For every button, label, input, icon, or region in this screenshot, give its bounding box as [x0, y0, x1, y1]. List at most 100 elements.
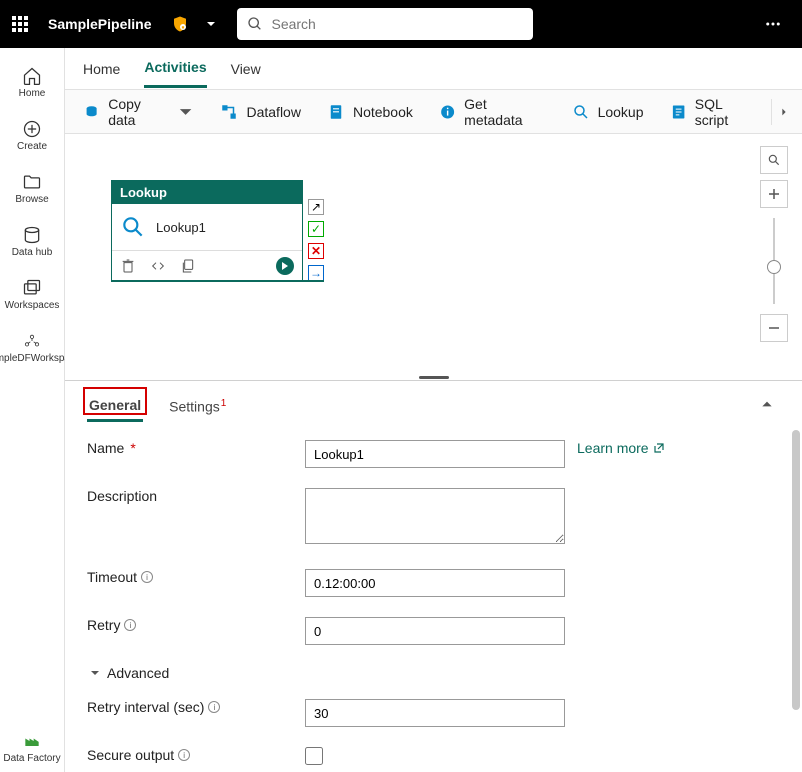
tool-copydata[interactable]: Copy data: [71, 90, 206, 134]
tab-view[interactable]: View: [231, 51, 261, 87]
retry-interval-input[interactable]: [305, 699, 565, 727]
chevron-right-icon: [779, 107, 789, 117]
info-icon[interactable]: i: [208, 701, 220, 713]
tool-notebook-label: Notebook: [353, 104, 413, 120]
badge-success-icon[interactable]: ✓: [308, 221, 324, 237]
tool-copydata-label: Copy data: [108, 96, 169, 128]
copy-icon[interactable]: [180, 258, 196, 274]
code-icon[interactable]: [150, 258, 166, 274]
retry-input[interactable]: [305, 617, 565, 645]
browse-icon: [22, 172, 42, 192]
nav-datahub[interactable]: Data hub: [0, 217, 64, 266]
description-input[interactable]: [305, 488, 565, 544]
scrollbar[interactable]: [792, 430, 800, 764]
search-input[interactable]: [271, 16, 523, 32]
general-tab-highlight: [83, 387, 147, 415]
tool-notebook[interactable]: Notebook: [315, 97, 425, 127]
tab-activities[interactable]: Activities: [144, 49, 206, 88]
plus-icon: [768, 188, 780, 200]
nav-datafactory-label: Data Factory: [3, 753, 60, 764]
tool-dataflow-label: Dataflow: [246, 104, 300, 120]
activity-node-body: Lookup1: [112, 204, 302, 250]
advanced-toggle[interactable]: Advanced: [87, 665, 780, 681]
delete-icon[interactable]: [120, 258, 136, 274]
workspaces-icon: [22, 278, 42, 298]
zoom-slider-handle[interactable]: [767, 260, 781, 274]
secure-output-label: Secure output i: [87, 747, 305, 763]
nav-browse-label: Browse: [15, 194, 48, 205]
datahub-icon: [22, 225, 42, 245]
more-menu-icon[interactable]: [764, 15, 782, 33]
badge-skip-icon[interactable]: →: [308, 265, 324, 281]
pipeline-dropdown-chevron-icon[interactable]: [205, 18, 217, 30]
nav-home[interactable]: Home: [0, 58, 64, 107]
badge-completion-icon[interactable]: ↗: [308, 199, 324, 215]
properties-body: Name* Learn more Description Timeout i R…: [65, 422, 802, 772]
activity-node-type: Lookup: [112, 181, 302, 204]
advanced-label: Advanced: [107, 665, 169, 681]
timeout-input[interactable]: [305, 569, 565, 597]
app-topbar: SamplePipeline: [0, 0, 802, 48]
badge-failure-icon[interactable]: ✕: [308, 243, 324, 259]
toolbar-overflow[interactable]: [771, 99, 796, 125]
zoom-in-button[interactable]: [760, 180, 788, 208]
tool-sqlscript-label: SQL script: [695, 96, 757, 128]
activity-node-lookup[interactable]: Lookup Lookup1 ↗ ✓ ✕ →: [111, 180, 303, 282]
prop-tab-settings[interactable]: Settings1: [167, 392, 228, 421]
nav-home-label: Home: [19, 88, 46, 99]
zoom-fit-button[interactable]: [760, 146, 788, 174]
chevron-down-icon: [177, 103, 194, 121]
info-icon[interactable]: i: [178, 749, 190, 761]
copydata-icon: [83, 103, 100, 121]
notebook-icon: [327, 103, 345, 121]
nav-sample-workspace[interactable]: SampleDFWorkspace: [0, 323, 64, 372]
sqlscript-icon: [670, 103, 687, 121]
lookup-icon: [572, 103, 590, 121]
pipeline-name: SamplePipeline: [48, 16, 151, 32]
activities-toolbar: Copy data Dataflow Notebook Get metadata…: [65, 90, 802, 134]
info-icon[interactable]: i: [124, 619, 136, 631]
properties-panel: General Settings1 Name* Learn more Descr…: [65, 380, 802, 772]
datafactory-icon: [22, 731, 42, 751]
tool-getmetadata-label: Get metadata: [464, 96, 545, 128]
zoom-fit-icon: [767, 153, 781, 167]
getmetadata-icon: [439, 103, 456, 121]
home-icon: [22, 66, 42, 86]
create-icon: [22, 119, 42, 139]
nav-workspaces[interactable]: Workspaces: [0, 270, 64, 319]
info-icon[interactable]: i: [141, 571, 153, 583]
tool-getmetadata[interactable]: Get metadata: [427, 90, 558, 134]
sensitivity-shield-icon[interactable]: [171, 15, 189, 33]
nav-workspaces-label: Workspaces: [5, 300, 60, 311]
learn-more-link[interactable]: Learn more: [577, 440, 665, 456]
collapse-panel-button[interactable]: [760, 397, 774, 416]
chevron-down-icon: [89, 667, 101, 679]
zoom-slider-track[interactable]: [773, 218, 775, 304]
activity-output-handle[interactable]: [276, 257, 294, 275]
nav-create-label: Create: [17, 141, 47, 152]
nav-create[interactable]: Create: [0, 111, 64, 160]
left-nav-rail: Home Create Browse Data hub Workspaces S…: [0, 48, 65, 772]
zoom-out-button[interactable]: [760, 314, 788, 342]
tab-home[interactable]: Home: [83, 51, 120, 87]
tool-lookup-label: Lookup: [598, 104, 644, 120]
secure-output-checkbox[interactable]: [305, 747, 323, 765]
dataflow-icon: [220, 103, 238, 121]
tool-lookup[interactable]: Lookup: [560, 97, 656, 127]
tool-dataflow[interactable]: Dataflow: [208, 97, 312, 127]
nav-browse[interactable]: Browse: [0, 164, 64, 213]
app-launcher-icon[interactable]: [12, 16, 28, 32]
lookup-icon: [120, 214, 146, 240]
pipeline-canvas[interactable]: Lookup Lookup1 ↗ ✓ ✕ →: [65, 134, 802, 374]
name-label: Name*: [87, 440, 305, 456]
retry-interval-label: Retry interval (sec) i: [87, 699, 305, 715]
workspace-icon: [22, 331, 42, 351]
global-search[interactable]: [237, 8, 533, 40]
properties-tabs: General Settings1: [65, 381, 802, 422]
canvas-container: Lookup Lookup1 ↗ ✓ ✕ →: [65, 134, 802, 772]
retry-label: Retry i: [87, 617, 305, 633]
name-input[interactable]: [305, 440, 565, 468]
nav-datafactory[interactable]: Data Factory: [0, 723, 64, 772]
zoom-control: [760, 146, 788, 342]
tool-sqlscript[interactable]: SQL script: [658, 90, 769, 134]
